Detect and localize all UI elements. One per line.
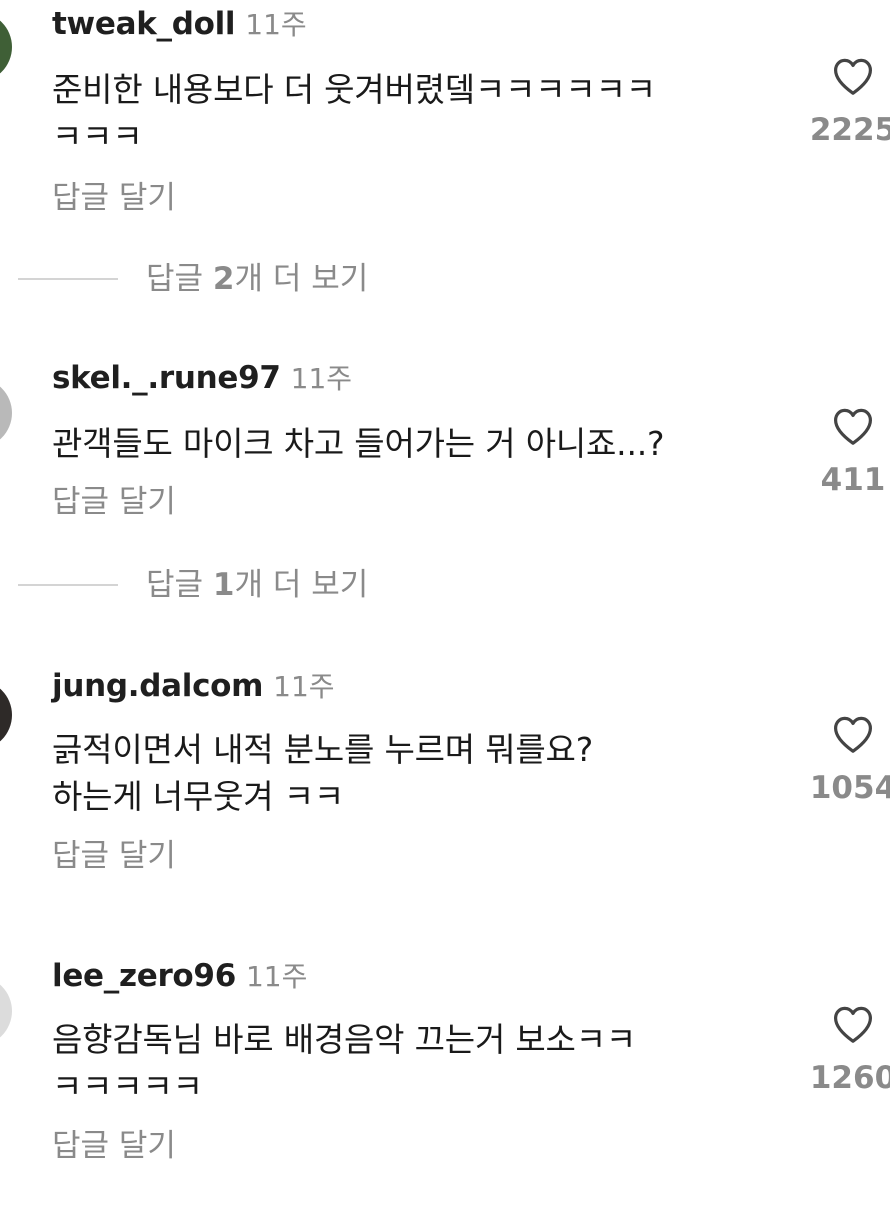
comment-username[interactable]: tweak_doll — [52, 6, 236, 42]
divider-line — [18, 584, 118, 586]
like-area: 411 — [808, 402, 890, 500]
like-area: 1054 — [808, 710, 890, 808]
comment-text: 긁적이면서 내적 분노를 누르며 뭐를요? 하는게 너무웃겨 ㅋㅋ — [52, 730, 594, 816]
comment-meta: skel._.rune97 11주 — [52, 358, 352, 403]
comment-time: 11주 — [290, 362, 353, 395]
comment-meta: tweak_doll 11주 — [52, 4, 307, 49]
view-replies-button[interactable]: 답글 2개 더 보기 — [146, 257, 368, 301]
view-replies-suffix: 개 더 보기 — [234, 261, 369, 297]
like-count: 1260 — [809, 1060, 890, 1096]
view-replies-count: 1 — [212, 567, 235, 603]
comment-item: jung.dalcom 11주 긁적이면서 내적 분노를 누르며 뭐를요? 하는게… — [0, 666, 890, 886]
comment-item: skel._.rune97 11주 관객들도 마이크 차고 들어가는 거 아니죠.… — [0, 358, 890, 538]
comment-username[interactable]: jung.dalcom — [52, 668, 263, 704]
comment-time: 11주 — [273, 670, 335, 703]
heart-outline-icon[interactable] — [829, 710, 877, 758]
reply-button[interactable]: 답글 달기 — [52, 1126, 176, 1166]
view-replies-prefix: 답글 — [146, 261, 213, 297]
view-replies[interactable]: 답글 1개 더 보기 — [0, 563, 890, 607]
view-replies-count: 2 — [212, 261, 235, 297]
avatar[interactable] — [0, 378, 12, 448]
reply-button[interactable]: 답글 달기 — [52, 482, 176, 522]
like-area: 1260 — [808, 1000, 890, 1098]
view-replies[interactable]: 답글 2개 더 보기 — [0, 257, 890, 301]
comment-text: 준비한 내용보다 더 웃겨버렸뎈ㅋㅋㅋㅋㅋㅋ ㅋㅋㅋ — [52, 70, 656, 156]
comment-username[interactable]: lee_zero96 — [52, 958, 236, 994]
comment-item: lee_zero96 11주 음향감독님 바로 배경음악 끄는거 보소ㅋㅋ ㅋㅋㅋ… — [0, 956, 890, 1176]
like-count: 1054 — [809, 770, 890, 806]
comment-time: 11주 — [245, 960, 308, 993]
comments-list: tweak_doll 11주 준비한 내용보다 더 웃겨버렸뎈ㅋㅋㅋㅋㅋㅋ ㅋㅋㅋ… — [0, 0, 890, 1220]
view-replies-suffix: 개 더 보기 — [234, 567, 369, 603]
like-area: 2225 — [808, 52, 890, 150]
reply-button[interactable]: 답글 달기 — [52, 178, 176, 218]
like-count: 2225 — [809, 112, 890, 148]
heart-outline-icon[interactable] — [829, 52, 877, 100]
avatar[interactable] — [0, 976, 12, 1046]
comment-meta: lee_zero96 11주 — [52, 956, 307, 1001]
divider-line — [18, 278, 118, 280]
like-count: 411 — [820, 462, 886, 498]
comment-item: tweak_doll 11주 준비한 내용보다 더 웃겨버렸뎈ㅋㅋㅋㅋㅋㅋ ㅋㅋㅋ… — [0, 4, 890, 224]
comment-meta: jung.dalcom 11주 — [52, 666, 335, 711]
avatar[interactable] — [0, 12, 12, 82]
comment-text: 관객들도 마이크 차고 들어가는 거 아니죠...? — [52, 424, 665, 463]
avatar[interactable] — [0, 680, 12, 750]
comment-time: 11주 — [245, 8, 307, 41]
comment-text: 음향감독님 바로 배경음악 끄는거 보소ㅋㅋ ㅋㅋㅋㅋㅋ — [52, 1020, 637, 1106]
reply-button[interactable]: 답글 달기 — [52, 836, 176, 876]
comment-username[interactable]: skel._.rune97 — [52, 360, 281, 396]
view-replies-button[interactable]: 답글 1개 더 보기 — [146, 563, 368, 607]
view-replies-prefix: 답글 — [146, 567, 213, 603]
heart-outline-icon[interactable] — [829, 402, 877, 450]
heart-outline-icon[interactable] — [829, 1000, 877, 1048]
